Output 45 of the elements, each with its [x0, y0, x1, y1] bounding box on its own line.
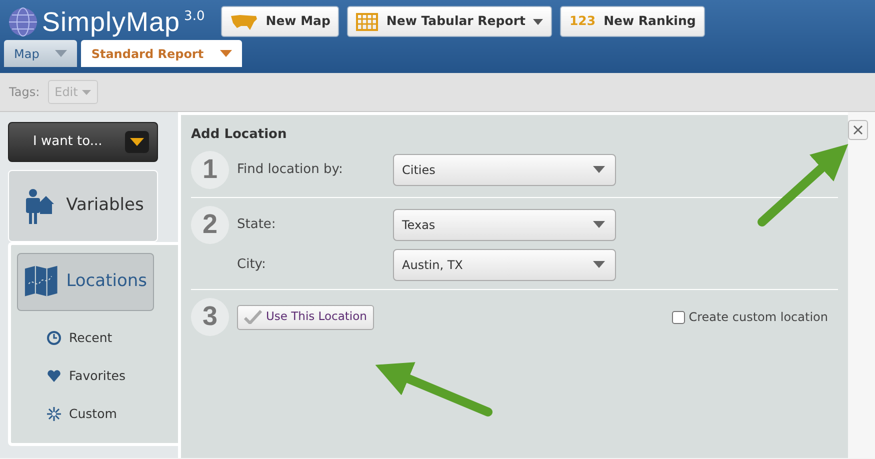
- sidebar-section[interactable]: Variables: [8, 170, 158, 242]
- caret-icon: [82, 90, 91, 94]
- sidebar-link[interactable]: Recent: [17, 319, 172, 357]
- menu-button[interactable]: I want to...: [8, 122, 158, 162]
- logo-text: SimplyMap: [42, 6, 180, 36]
- grid-icon: [356, 12, 378, 30]
- version-text: 3.0: [184, 8, 205, 26]
- step-number: 2: [191, 206, 229, 244]
- toolbar-button[interactable]: New Map: [220, 6, 340, 37]
- field-label: Find location by:: [237, 160, 344, 179]
- sidebar-link[interactable]: Favorites: [17, 357, 172, 395]
- caret-icon: [593, 261, 605, 268]
- field-label: State:: [237, 216, 277, 234]
- checkbox-label: Create custom location: [688, 309, 828, 326]
- heart-icon: [47, 369, 61, 383]
- step-number: 1: [191, 150, 229, 188]
- caret-icon: [55, 50, 68, 57]
- sparkle-icon: [47, 407, 61, 421]
- globe-icon: [8, 6, 38, 36]
- select-field[interactable]: Cities: [393, 154, 616, 186]
- close-button[interactable]: [848, 120, 868, 140]
- ranking-icon: 123: [569, 12, 596, 31]
- panel-title: Add Location: [191, 126, 288, 144]
- tab[interactable]: Map: [4, 40, 78, 67]
- toolbar-button[interactable]: New Tabular Report: [347, 6, 552, 37]
- select-field[interactable]: Austin, TX: [393, 248, 616, 280]
- tab[interactable]: Standard Report: [81, 40, 242, 67]
- tags-label: Tags:: [9, 84, 40, 101]
- toolbar-button[interactable]: 123 New Ranking: [560, 6, 705, 37]
- caret-icon: [593, 221, 605, 228]
- check-icon: [244, 310, 262, 324]
- caret-icon: [593, 166, 605, 173]
- sidebar-link[interactable]: Custom: [17, 395, 172, 433]
- map-icon: [230, 12, 258, 30]
- caret-icon: [220, 50, 232, 57]
- step-number: 3: [191, 298, 229, 336]
- field-label: City:: [237, 256, 267, 274]
- caret-icon: [533, 18, 544, 24]
- dropdown-icon: [125, 131, 149, 153]
- sidebar-section[interactable]: Locations: [17, 253, 154, 311]
- close-icon: [853, 125, 863, 136]
- select-field[interactable]: Texas: [393, 208, 616, 240]
- clock-icon: [47, 331, 61, 345]
- use-location-button[interactable]: Use This Location: [237, 304, 374, 330]
- checkbox[interactable]: [672, 310, 685, 324]
